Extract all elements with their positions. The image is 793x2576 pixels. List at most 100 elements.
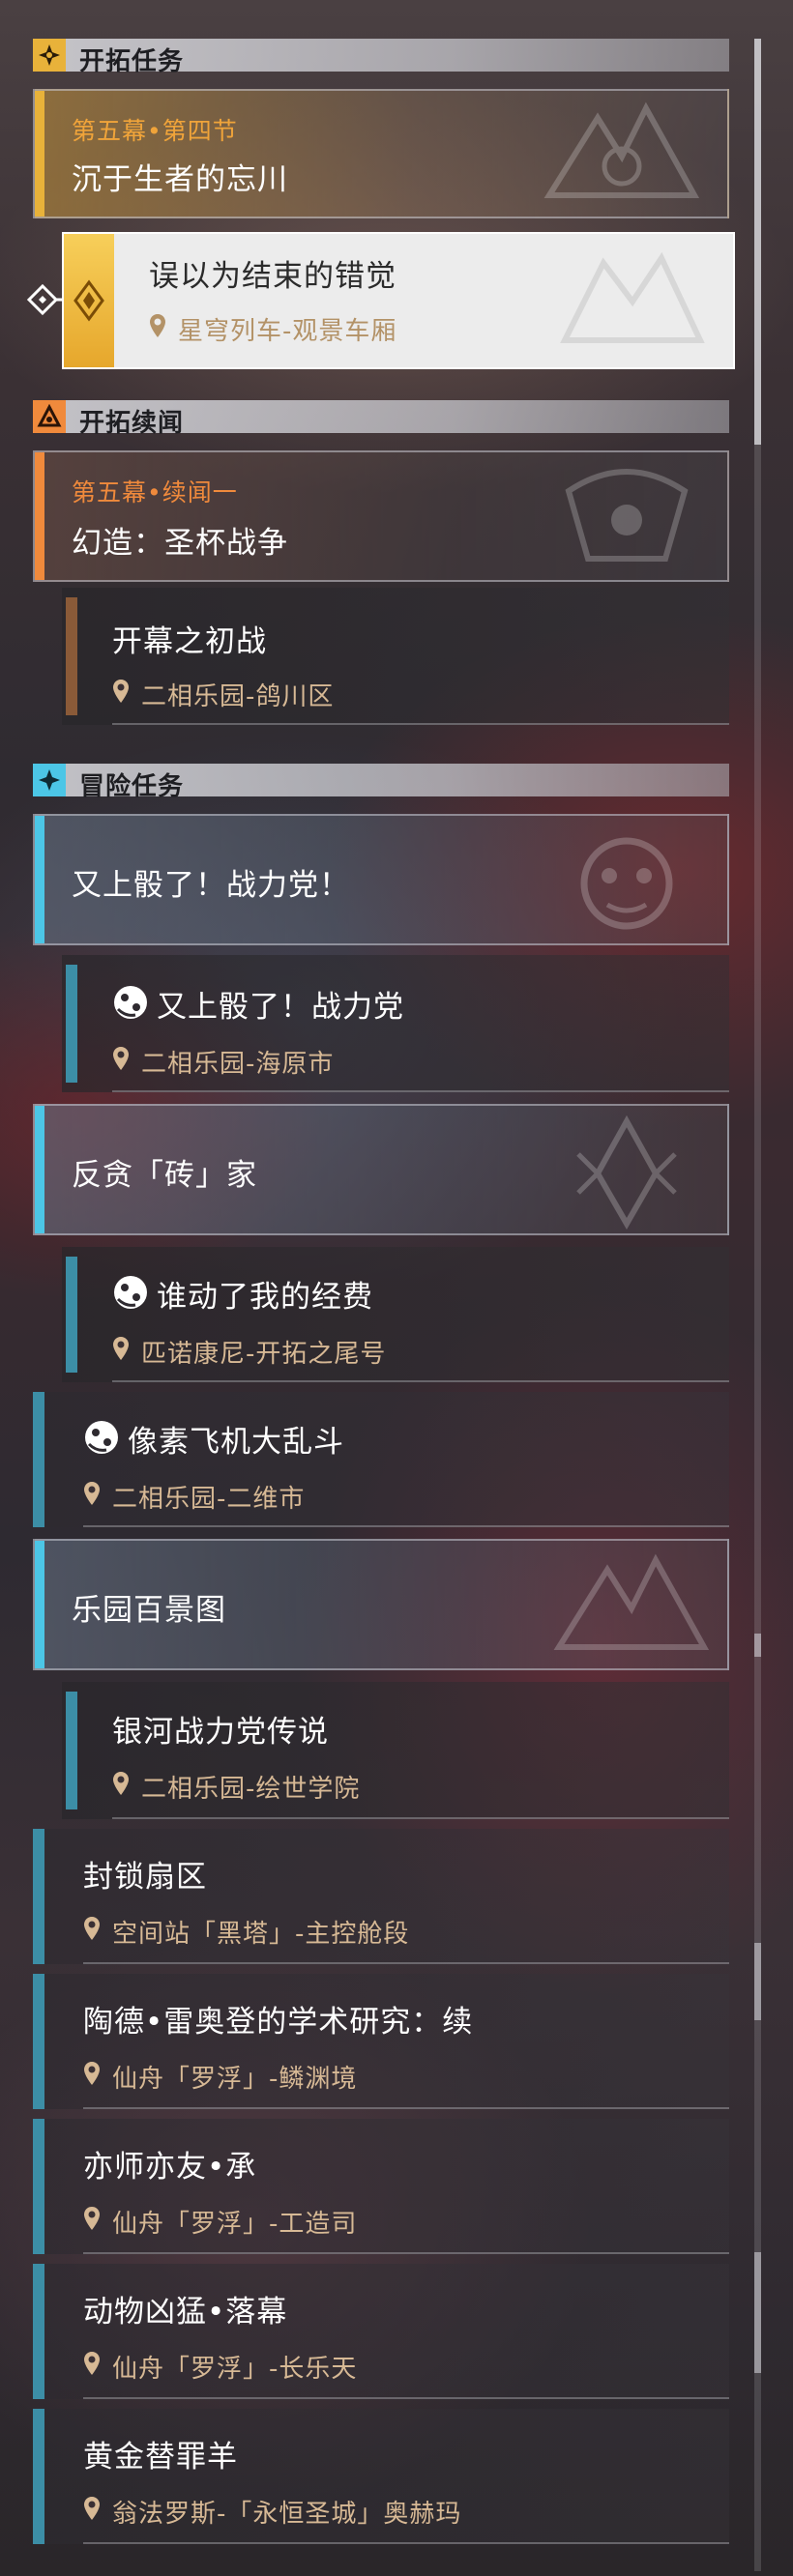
quest-location: 星穹列车-观景车厢: [178, 317, 397, 346]
section-header-continuance: 开拓续闻: [33, 400, 729, 438]
divider: [83, 1962, 729, 1964]
divider: [83, 1525, 729, 1527]
quest-location: 二相乐园-二维市: [112, 1485, 306, 1514]
quest-accent-bar: [35, 816, 44, 943]
map-pin-icon: [84, 2352, 100, 2375]
quest-accent-bar: [33, 2409, 44, 2544]
quest-title: 又上骰了！战力党: [157, 990, 404, 1025]
divider: [112, 1090, 729, 1092]
quest-chapter: 第五幕•续闻一: [72, 478, 238, 507]
map-pin-icon: [84, 1482, 100, 1505]
selected-indicator: [64, 234, 114, 367]
quest-emblem-icon: [565, 469, 689, 562]
quest-card-main[interactable]: 反贪「砖」家: [33, 1104, 729, 1235]
divider: [112, 1380, 729, 1382]
map-pin-icon: [113, 1047, 129, 1070]
quest-location: 翁法罗斯-「永恒圣城」奥赫玛: [112, 2500, 462, 2529]
section-title: 开拓续闻: [79, 409, 185, 438]
map-pin-icon: [113, 1772, 129, 1795]
dice-icon: [85, 1421, 118, 1454]
dice-icon: [114, 1276, 147, 1309]
dice-icon: [114, 986, 147, 1019]
quest-accent-bar: [66, 1257, 77, 1373]
quest-card[interactable]: 亦师亦友•承 仙舟「罗浮」-工造司: [33, 2119, 729, 2254]
quest-accent-bar: [33, 2119, 44, 2254]
quest-title: 幻造：圣杯战争: [72, 526, 288, 561]
quest-card-sub[interactable]: 谁动了我的经费 匹诺康尼-开拓之尾号: [62, 1247, 729, 1382]
quest-card-sub[interactable]: 开幕之初战 二相乐园-鸽川区: [62, 588, 729, 725]
divider: [83, 2397, 729, 2399]
quest-card[interactable]: 动物凶猛•落幕 仙舟「罗浮」-长乐天: [33, 2264, 729, 2399]
scrollbar-marker: [754, 1634, 761, 1657]
map-pin-icon: [84, 1917, 100, 1940]
map-pin-icon: [84, 2207, 100, 2230]
quest-accent-bar: [33, 1829, 44, 1964]
quest-emblem-icon: [576, 1115, 677, 1230]
quest-location: 仙舟「罗浮」-鳞渊境: [112, 2065, 358, 2094]
quest-chapter: 第五幕•第四节: [72, 117, 238, 145]
quest-emblem-icon: [580, 837, 673, 930]
scrollbar-marker: [754, 1943, 761, 2020]
quest-location: 仙舟「罗浮」-长乐天: [112, 2355, 358, 2384]
section-title: 开拓任务: [79, 47, 185, 76]
quest-location: 空间站「黑塔」-主控舱段: [112, 1920, 410, 1949]
quest-title: 又上骰了！战力党！: [72, 868, 350, 903]
map-pin-icon: [84, 2497, 100, 2520]
map-pin-icon: [84, 2062, 100, 2085]
quest-title: 乐园百景图: [72, 1593, 226, 1628]
quest-card[interactable]: 封锁扇区 空间站「黑塔」-主控舱段: [33, 1829, 729, 1964]
quest-accent-bar: [35, 1541, 44, 1668]
map-pin-icon: [113, 680, 129, 703]
quest-title: 动物凶猛•落幕: [83, 2295, 288, 2330]
quest-card-main[interactable]: 第五幕•续闻一 幻造：圣杯战争: [33, 450, 729, 582]
quest-accent-bar: [35, 91, 44, 217]
diamond-arrow-icon: [25, 282, 64, 321]
quest-accent-bar: [35, 452, 44, 580]
divider: [83, 2252, 729, 2254]
quest-title: 沉于生者的忘川: [72, 162, 288, 197]
quest-accent-bar: [33, 1392, 44, 1527]
continuance-icon: [33, 400, 66, 433]
quest-title: 亦师亦友•承: [83, 2150, 257, 2185]
map-pin-icon: [150, 314, 165, 337]
quest-card-main[interactable]: 又上骰了！战力党！: [33, 814, 729, 945]
quest-title: 像素飞机大乱斗: [128, 1425, 344, 1460]
quest-card[interactable]: 黄金替罪羊 翁法罗斯-「永恒圣城」奥赫玛: [33, 2409, 729, 2544]
quest-title: 开幕之初战: [112, 624, 267, 659]
quest-title: 陶德•雷奥登的学术研究：续: [83, 2005, 474, 2040]
adventure-icon: [33, 764, 66, 796]
quest-card[interactable]: 像素飞机大乱斗 二相乐园-二维市: [33, 1392, 729, 1527]
quest-card-sub-selected[interactable]: 误以为结束的错觉 星穹列车-观景车厢: [62, 232, 735, 369]
trailblaze-icon: [33, 39, 66, 72]
quest-card[interactable]: 陶德•雷奥登的学术研究：续 仙舟「罗浮」-鳞渊境: [33, 1974, 729, 2109]
quest-accent-bar: [66, 597, 77, 715]
section-title: 冒险任务: [79, 772, 185, 801]
quest-title: 反贪「砖」家: [72, 1158, 257, 1193]
quest-location: 二相乐园-绘世学院: [141, 1775, 361, 1804]
quest-accent-bar: [66, 1692, 77, 1809]
quest-accent-bar: [66, 965, 77, 1083]
quest-accent-bar: [35, 1106, 44, 1233]
quest-location: 匹诺康尼-开拓之尾号: [141, 1340, 387, 1369]
quest-card-sub[interactable]: 银河战力党传说 二相乐园-绘世学院: [62, 1682, 729, 1819]
divider: [83, 2542, 729, 2544]
quest-accent-bar: [33, 1974, 44, 2109]
quest-title: 封锁扇区: [83, 1860, 207, 1895]
scrollbar-thumb[interactable]: [754, 39, 761, 445]
quest-location: 二相乐园-鸽川区: [141, 682, 335, 711]
map-pin-icon: [113, 1337, 129, 1360]
quest-accent-bar: [33, 2264, 44, 2399]
quest-card-main[interactable]: 乐园百景图: [33, 1539, 729, 1670]
quest-location: 二相乐园-海原市: [141, 1050, 335, 1079]
quest-emblem-icon: [543, 101, 700, 198]
quest-title: 银河战力党传说: [112, 1715, 329, 1750]
divider: [83, 2107, 729, 2109]
divider: [112, 723, 729, 725]
quest-card-main[interactable]: 第五幕•第四节 沉于生者的忘川: [33, 89, 729, 218]
quest-emblem-icon: [560, 251, 705, 343]
quest-title: 黄金替罪羊: [83, 2440, 238, 2475]
section-header-trailblaze: 开拓任务: [33, 39, 729, 76]
quest-card-sub[interactable]: 又上骰了！战力党 二相乐园-海原市: [62, 955, 729, 1092]
quest-location: 仙舟「罗浮」-工造司: [112, 2210, 358, 2239]
divider: [112, 1817, 729, 1819]
